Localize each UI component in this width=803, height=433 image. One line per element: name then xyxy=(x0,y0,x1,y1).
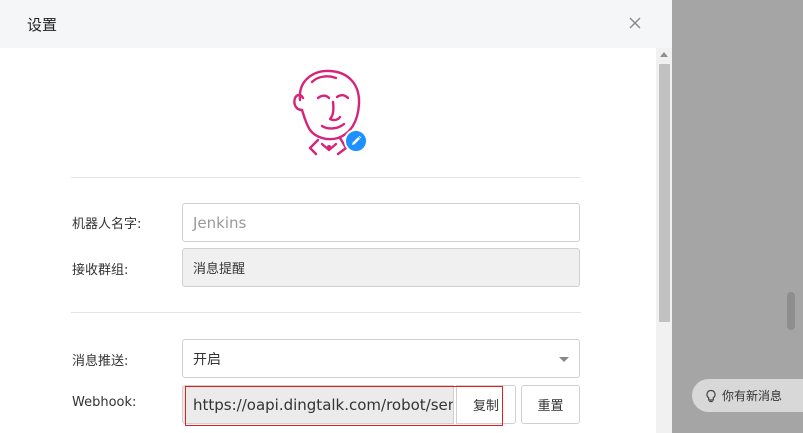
robot-name-label: 机器人名字: xyxy=(72,217,142,232)
pencil-icon xyxy=(350,135,362,147)
page-scrollbar-thumb[interactable] xyxy=(787,292,795,330)
chevron-down-icon xyxy=(559,357,569,362)
group-value: 消息提醒 xyxy=(193,262,246,277)
lightbulb-icon xyxy=(704,389,718,403)
dialog-header xyxy=(0,0,672,48)
push-value: 开启 xyxy=(193,351,221,368)
robot-name-placeholder: Jenkins xyxy=(193,213,247,232)
edit-avatar-button[interactable] xyxy=(344,129,368,153)
close-icon[interactable] xyxy=(626,14,644,32)
new-message-toast[interactable]: 你有新消息 xyxy=(692,379,803,412)
background-page xyxy=(672,0,803,433)
toast-text: 你有新消息 xyxy=(722,389,783,403)
section-divider xyxy=(71,312,581,313)
group-field: 消息提醒 xyxy=(182,248,580,287)
scroll-up-arrow-icon[interactable] xyxy=(660,52,668,57)
section-divider xyxy=(71,177,581,178)
webhook-label: Webhook: xyxy=(72,395,137,410)
webhook-url-field[interactable]: https://oapi.dingtalk.com/robot/send xyxy=(182,385,454,424)
group-label: 接收群组: xyxy=(72,263,129,278)
dialog-title: 设置 xyxy=(27,16,58,34)
settings-dialog: 设置 机器人名字: Jenkins 接收群组: 消息提醒 消息推送: 开启 We… xyxy=(0,0,672,433)
dialog-scrollbar-thumb[interactable] xyxy=(659,64,670,322)
webhook-url: https://oapi.dingtalk.com/robot/send xyxy=(193,395,454,414)
copy-button[interactable]: 复制 xyxy=(456,385,516,424)
robot-name-input[interactable]: Jenkins xyxy=(182,203,580,242)
push-select[interactable]: 开启 xyxy=(182,339,580,378)
push-label: 消息推送: xyxy=(72,354,129,369)
reset-button[interactable]: 重置 xyxy=(521,385,580,424)
